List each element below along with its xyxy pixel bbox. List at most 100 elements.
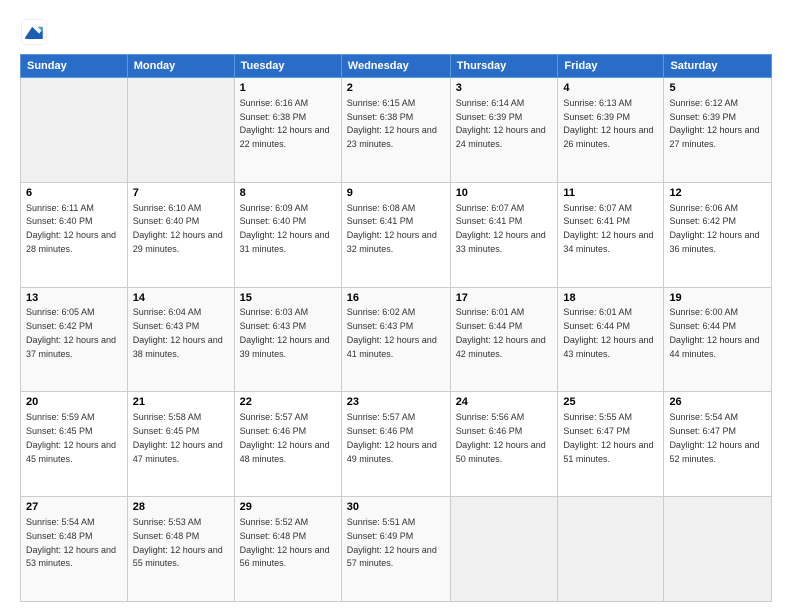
day-info: Sunrise: 5:54 AMSunset: 6:47 PMDaylight:… [669, 412, 759, 463]
day-number: 10 [456, 186, 553, 201]
day-info: Sunrise: 6:07 AMSunset: 6:41 PMDaylight:… [563, 203, 653, 254]
calendar-cell: 8 Sunrise: 6:09 AMSunset: 6:40 PMDaylight… [234, 182, 341, 287]
day-info: Sunrise: 6:03 AMSunset: 6:43 PMDaylight:… [240, 307, 330, 358]
calendar-week-5: 27 Sunrise: 5:54 AMSunset: 6:48 PMDayligh… [21, 497, 772, 602]
calendar-cell: 18Sunrise: 6:01 AMSunset: 6:44 PMDayligh… [558, 287, 664, 392]
day-number: 2 [347, 81, 445, 96]
day-info: Sunrise: 5:56 AMSunset: 6:46 PMDaylight:… [456, 412, 546, 463]
day-info: Sunrise: 5:54 AMSunset: 6:48 PMDaylight:… [26, 517, 116, 568]
day-number: 11 [563, 186, 658, 201]
calendar-cell: 3 Sunrise: 6:14 AMSunset: 6:39 PMDaylight… [450, 78, 558, 183]
day-number: 5 [669, 81, 766, 96]
day-info: Sunrise: 6:02 AMSunset: 6:43 PMDaylight:… [347, 307, 437, 358]
calendar-cell: 9 Sunrise: 6:08 AMSunset: 6:41 PMDaylight… [341, 182, 450, 287]
day-number: 26 [669, 395, 766, 410]
day-info: Sunrise: 5:59 AMSunset: 6:45 PMDaylight:… [26, 412, 116, 463]
calendar-cell: 20 Sunrise: 5:59 AMSunset: 6:45 PMDayligh… [21, 392, 128, 497]
day-info: Sunrise: 5:51 AMSunset: 6:49 PMDaylight:… [347, 517, 437, 568]
day-number: 13 [26, 291, 122, 306]
weekday-header-wednesday: Wednesday [341, 55, 450, 78]
calendar-cell: 13Sunrise: 6:05 AMSunset: 6:42 PMDayligh… [21, 287, 128, 392]
day-info: Sunrise: 6:13 AMSunset: 6:39 PMDaylight:… [563, 98, 653, 149]
day-info: Sunrise: 5:52 AMSunset: 6:48 PMDaylight:… [240, 517, 330, 568]
day-number: 9 [347, 186, 445, 201]
day-info: Sunrise: 6:06 AMSunset: 6:42 PMDaylight:… [669, 203, 759, 254]
day-info: Sunrise: 5:53 AMSunset: 6:48 PMDaylight:… [133, 517, 223, 568]
day-number: 29 [240, 500, 336, 515]
calendar-cell: 5Sunrise: 6:12 AMSunset: 6:39 PMDaylight… [664, 78, 772, 183]
calendar-cell: 26 Sunrise: 5:54 AMSunset: 6:47 PMDayligh… [664, 392, 772, 497]
calendar-cell: 14Sunrise: 6:04 AMSunset: 6:43 PMDayligh… [127, 287, 234, 392]
day-info: Sunrise: 6:07 AMSunset: 6:41 PMDaylight:… [456, 203, 546, 254]
logo-icon [20, 18, 48, 46]
day-number: 16 [347, 291, 445, 306]
day-info: Sunrise: 6:14 AMSunset: 6:39 PMDaylight:… [456, 98, 546, 149]
day-info: Sunrise: 6:10 AMSunset: 6:40 PMDaylight:… [133, 203, 223, 254]
day-number: 8 [240, 186, 336, 201]
calendar-cell: 10 Sunrise: 6:07 AMSunset: 6:41 PMDayligh… [450, 182, 558, 287]
day-number: 12 [669, 186, 766, 201]
day-number: 24 [456, 395, 553, 410]
day-info: Sunrise: 6:05 AMSunset: 6:42 PMDaylight:… [26, 307, 116, 358]
calendar-cell: 19Sunrise: 6:00 AMSunset: 6:44 PMDayligh… [664, 287, 772, 392]
calendar-cell: 4 Sunrise: 6:13 AMSunset: 6:39 PMDaylight… [558, 78, 664, 183]
day-number: 7 [133, 186, 229, 201]
calendar-cell: 1 Sunrise: 6:16 AMSunset: 6:38 PMDaylight… [234, 78, 341, 183]
day-info: Sunrise: 6:08 AMSunset: 6:41 PMDaylight:… [347, 203, 437, 254]
calendar-cell: 6 Sunrise: 6:11 AMSunset: 6:40 PMDaylight… [21, 182, 128, 287]
calendar-cell [21, 78, 128, 183]
day-number: 1 [240, 81, 336, 96]
calendar-cell [664, 497, 772, 602]
calendar-cell: 29 Sunrise: 5:52 AMSunset: 6:48 PMDayligh… [234, 497, 341, 602]
calendar-week-3: 13Sunrise: 6:05 AMSunset: 6:42 PMDayligh… [21, 287, 772, 392]
day-info: Sunrise: 6:04 AMSunset: 6:43 PMDaylight:… [133, 307, 223, 358]
day-number: 30 [347, 500, 445, 515]
calendar-cell: 7 Sunrise: 6:10 AMSunset: 6:40 PMDaylight… [127, 182, 234, 287]
weekday-header-sunday: Sunday [21, 55, 128, 78]
logo [20, 18, 52, 46]
calendar-cell: 30 Sunrise: 5:51 AMSunset: 6:49 PMDayligh… [341, 497, 450, 602]
calendar-cell: 12 Sunrise: 6:06 AMSunset: 6:42 PMDayligh… [664, 182, 772, 287]
day-number: 15 [240, 291, 336, 306]
calendar-week-4: 20 Sunrise: 5:59 AMSunset: 6:45 PMDayligh… [21, 392, 772, 497]
day-number: 25 [563, 395, 658, 410]
calendar-cell: 22 Sunrise: 5:57 AMSunset: 6:46 PMDayligh… [234, 392, 341, 497]
day-info: Sunrise: 5:58 AMSunset: 6:45 PMDaylight:… [133, 412, 223, 463]
day-number: 22 [240, 395, 336, 410]
calendar-cell: 21 Sunrise: 5:58 AMSunset: 6:45 PMDayligh… [127, 392, 234, 497]
calendar-cell: 16Sunrise: 6:02 AMSunset: 6:43 PMDayligh… [341, 287, 450, 392]
day-number: 19 [669, 291, 766, 306]
calendar-cell: 24 Sunrise: 5:56 AMSunset: 6:46 PMDayligh… [450, 392, 558, 497]
day-info: Sunrise: 6:11 AMSunset: 6:40 PMDaylight:… [26, 203, 116, 254]
day-number: 3 [456, 81, 553, 96]
weekday-header-tuesday: Tuesday [234, 55, 341, 78]
calendar-cell: 28 Sunrise: 5:53 AMSunset: 6:48 PMDayligh… [127, 497, 234, 602]
day-info: Sunrise: 6:15 AMSunset: 6:38 PMDaylight:… [347, 98, 437, 149]
calendar-cell [558, 497, 664, 602]
weekday-header-thursday: Thursday [450, 55, 558, 78]
day-number: 28 [133, 500, 229, 515]
page: SundayMondayTuesdayWednesdayThursdayFrid… [0, 0, 792, 612]
day-info: Sunrise: 5:57 AMSunset: 6:46 PMDaylight:… [347, 412, 437, 463]
day-number: 27 [26, 500, 122, 515]
day-info: Sunrise: 6:00 AMSunset: 6:44 PMDaylight:… [669, 307, 759, 358]
day-info: Sunrise: 6:09 AMSunset: 6:40 PMDaylight:… [240, 203, 330, 254]
calendar-cell: 17Sunrise: 6:01 AMSunset: 6:44 PMDayligh… [450, 287, 558, 392]
day-info: Sunrise: 5:57 AMSunset: 6:46 PMDaylight:… [240, 412, 330, 463]
day-number: 18 [563, 291, 658, 306]
calendar-cell: 2 Sunrise: 6:15 AMSunset: 6:38 PMDaylight… [341, 78, 450, 183]
calendar-cell [127, 78, 234, 183]
day-number: 6 [26, 186, 122, 201]
day-info: Sunrise: 5:55 AMSunset: 6:47 PMDaylight:… [563, 412, 653, 463]
calendar-week-1: 1 Sunrise: 6:16 AMSunset: 6:38 PMDaylight… [21, 78, 772, 183]
day-number: 21 [133, 395, 229, 410]
day-number: 4 [563, 81, 658, 96]
day-info: Sunrise: 6:16 AMSunset: 6:38 PMDaylight:… [240, 98, 330, 149]
weekday-header-friday: Friday [558, 55, 664, 78]
weekday-header-saturday: Saturday [664, 55, 772, 78]
calendar-week-2: 6 Sunrise: 6:11 AMSunset: 6:40 PMDaylight… [21, 182, 772, 287]
day-number: 14 [133, 291, 229, 306]
day-number: 20 [26, 395, 122, 410]
header [20, 18, 772, 46]
calendar-cell: 11 Sunrise: 6:07 AMSunset: 6:41 PMDayligh… [558, 182, 664, 287]
